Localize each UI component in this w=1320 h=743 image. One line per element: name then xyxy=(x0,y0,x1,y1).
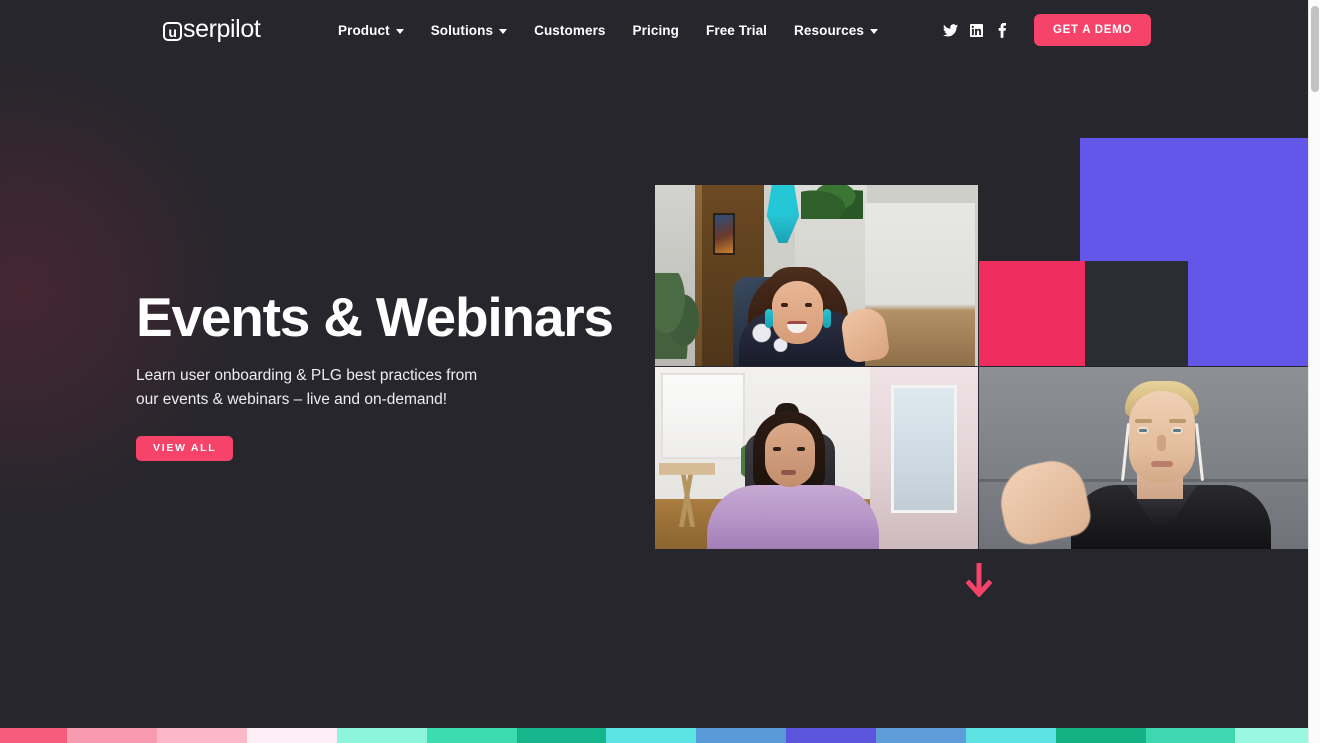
twitter-icon[interactable] xyxy=(937,15,963,45)
nav-label: Product xyxy=(338,22,390,38)
color-strip-segment-1 xyxy=(67,728,158,743)
hero-image-collage xyxy=(655,138,1308,550)
view-all-button[interactable]: VIEW ALL xyxy=(136,436,234,462)
nav-label: Resources xyxy=(794,22,864,38)
nav-item-product[interactable]: Product xyxy=(338,23,404,38)
site-viewport: u serpilot Product Solutions Customers P… xyxy=(0,0,1308,743)
color-strip-segment-7 xyxy=(606,728,697,743)
webinar-speaker-photo-bottom-right xyxy=(979,367,1308,549)
main-navigation: Product Solutions Customers Pricing Free… xyxy=(338,0,878,60)
nav-label: Free Trial xyxy=(706,22,768,38)
logo-mark-icon: u xyxy=(163,21,182,41)
nav-label: Customers xyxy=(534,22,606,38)
color-strip-segment-14 xyxy=(1235,728,1308,743)
color-strip-segment-2 xyxy=(157,728,248,743)
chevron-down-icon xyxy=(499,28,508,34)
nav-label: Pricing xyxy=(632,22,679,38)
dark-notch-block xyxy=(1080,261,1188,366)
scrollbar-thumb[interactable] xyxy=(1311,6,1319,92)
userpilot-logo[interactable]: u serpilot xyxy=(163,15,261,43)
chevron-down-icon xyxy=(395,28,404,34)
get-a-demo-button[interactable]: GET A DEMO xyxy=(1034,14,1151,46)
nav-item-resources[interactable]: Resources xyxy=(794,23,878,38)
color-strip-segment-6 xyxy=(516,728,607,743)
nav-label: Solutions xyxy=(430,22,494,38)
header-actions: GET A DEMO xyxy=(937,0,1151,60)
nav-item-customers[interactable]: Customers xyxy=(534,23,605,38)
bottom-color-strip xyxy=(0,728,1308,743)
color-strip-segment-11 xyxy=(965,728,1056,743)
hero-content: Events & Webinars Learn user onboarding … xyxy=(136,286,656,462)
site-header: u serpilot Product Solutions Customers P… xyxy=(0,0,1308,60)
page-title: Events & Webinars xyxy=(136,286,614,348)
color-strip-segment-13 xyxy=(1145,728,1236,743)
color-strip-segment-0 xyxy=(0,728,68,743)
hero-subtitle-line-1: Learn user onboarding & PLG best practic… xyxy=(136,367,478,385)
nav-item-free-trial[interactable]: Free Trial xyxy=(706,23,767,38)
webinar-speaker-photo-bottom-left xyxy=(655,367,978,549)
color-strip-segment-9 xyxy=(786,728,876,743)
color-strip-segment-5 xyxy=(426,728,517,743)
color-strip-segment-10 xyxy=(875,728,966,743)
color-strip-segment-3 xyxy=(247,728,337,743)
nav-item-pricing[interactable]: Pricing xyxy=(633,23,679,38)
logo-wordmark: serpilot xyxy=(183,15,261,43)
chevron-down-icon xyxy=(869,28,878,34)
scroll-down-arrow[interactable] xyxy=(965,561,993,598)
pink-accent-block xyxy=(979,261,1085,366)
color-strip-segment-12 xyxy=(1055,728,1146,743)
color-strip-segment-8 xyxy=(696,728,787,743)
webinar-speaker-photo-top xyxy=(655,185,978,366)
page-scrollbar[interactable] xyxy=(1308,0,1320,743)
hero-subtitle: Learn user onboarding & PLG best practic… xyxy=(136,364,496,412)
linkedin-icon[interactable] xyxy=(963,15,989,45)
facebook-icon[interactable] xyxy=(989,15,1015,45)
nav-item-solutions[interactable]: Solutions xyxy=(430,22,508,38)
hero-subtitle-line-2: our events & webinars – live and on-dema… xyxy=(136,391,448,409)
browser-page: u serpilot Product Solutions Customers P… xyxy=(0,0,1320,743)
color-strip-segment-4 xyxy=(336,728,427,743)
